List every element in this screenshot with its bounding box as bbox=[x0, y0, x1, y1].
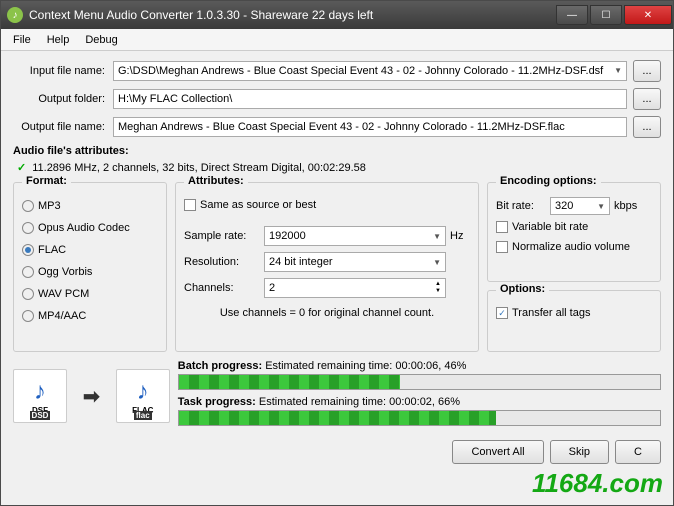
note-icon: ♪ bbox=[34, 378, 46, 406]
dest-format-icon: ♪ FLAC flac bbox=[116, 369, 170, 423]
radio-icon bbox=[22, 222, 34, 234]
radio-icon bbox=[22, 288, 34, 300]
menu-help[interactable]: Help bbox=[39, 32, 78, 48]
checkbox-icon bbox=[496, 241, 508, 253]
app-window: ♪ Context Menu Audio Converter 1.0.3.30 … bbox=[0, 0, 674, 506]
options-panel: Options: Transfer all tags bbox=[487, 290, 661, 352]
format-title: Format: bbox=[22, 175, 71, 187]
format-list: MP3 Opus Audio Codec FLAC Ogg Vorbis WAV… bbox=[22, 195, 158, 327]
menubar: File Help Debug bbox=[1, 29, 673, 51]
arrow-right-icon: ➡ bbox=[83, 384, 100, 409]
encoding-panel: Encoding options: Bit rate: 320▼ kbps Va… bbox=[487, 182, 661, 282]
titlebar: ♪ Context Menu Audio Converter 1.0.3.30 … bbox=[1, 1, 673, 29]
attributes-title: Attributes: bbox=[184, 175, 248, 187]
chevron-down-icon: ▼ bbox=[614, 62, 622, 80]
channels-note: Use channels = 0 for original channel co… bbox=[184, 307, 470, 319]
radio-icon bbox=[22, 310, 34, 322]
chevron-down-icon: ▼ bbox=[597, 202, 605, 211]
bitrate-row: Bit rate: 320▼ kbps bbox=[496, 195, 652, 217]
output-folder-browse-button[interactable]: ... bbox=[633, 88, 661, 110]
chevron-down-icon: ▼ bbox=[433, 232, 441, 241]
output-name-row: Output file name: Meghan Andrews - Blue … bbox=[13, 115, 661, 139]
channels-row: Channels: 2▲▼ bbox=[184, 275, 470, 301]
audio-attrs-text: ✓ 11.2896 MHz, 2 channels, 32 bits, Dire… bbox=[13, 161, 661, 174]
channels-spinner[interactable]: 2▲▼ bbox=[264, 278, 446, 298]
right-column: Encoding options: Bit rate: 320▼ kbps Va… bbox=[487, 182, 661, 352]
encoding-title: Encoding options: bbox=[496, 175, 601, 187]
radio-icon bbox=[22, 244, 34, 256]
transfer-tags-checkbox[interactable]: Transfer all tags bbox=[496, 303, 652, 323]
close-button[interactable]: ✕ bbox=[624, 5, 672, 25]
format-wav[interactable]: WAV PCM bbox=[22, 283, 158, 305]
input-file-field[interactable]: G:\DSD\Meghan Andrews - Blue Coast Speci… bbox=[113, 61, 627, 81]
batch-progress-fill bbox=[179, 375, 400, 389]
vbr-checkbox[interactable]: Variable bit rate bbox=[496, 217, 652, 237]
audio-attrs: Audio file's attributes: ✓ 11.2896 MHz, … bbox=[13, 145, 661, 174]
batch-progress-bar bbox=[178, 374, 661, 390]
spinner-icon: ▲▼ bbox=[435, 281, 441, 295]
input-file-row: Input file name: G:\DSD\Meghan Andrews -… bbox=[13, 59, 661, 83]
resolution-row: Resolution: 24 bit integer▼ bbox=[184, 249, 470, 275]
attributes-panel: Attributes: Same as source or best Sampl… bbox=[175, 182, 479, 352]
format-flac[interactable]: FLAC bbox=[22, 239, 158, 261]
middle-panels: Format: MP3 Opus Audio Codec FLAC Ogg Vo… bbox=[13, 182, 661, 352]
batch-progress-label: Batch progress: Estimated remaining time… bbox=[178, 360, 661, 372]
bottom-row: ♪ DSF DSD ➡ ♪ FLAC flac Batch progress: … bbox=[13, 360, 661, 432]
note-icon: ♪ bbox=[137, 378, 149, 406]
audio-attrs-title: Audio file's attributes: bbox=[13, 145, 661, 157]
resolution-select[interactable]: 24 bit integer▼ bbox=[264, 252, 446, 272]
progress-area: Batch progress: Estimated remaining time… bbox=[178, 360, 661, 432]
output-folder-label: Output folder: bbox=[13, 93, 113, 105]
input-browse-button[interactable]: ... bbox=[633, 60, 661, 82]
app-icon: ♪ bbox=[7, 7, 23, 23]
task-progress-bar bbox=[178, 410, 661, 426]
format-opus[interactable]: Opus Audio Codec bbox=[22, 217, 158, 239]
cancel-button[interactable]: C bbox=[615, 440, 661, 464]
checkbox-icon bbox=[496, 307, 508, 319]
input-file-label: Input file name: bbox=[13, 65, 113, 77]
sample-rate-select[interactable]: 192000▼ bbox=[264, 226, 446, 246]
checkbox-icon bbox=[496, 221, 508, 233]
task-progress-fill bbox=[179, 411, 497, 425]
output-name-browse-button[interactable]: ... bbox=[633, 116, 661, 138]
bitrate-select[interactable]: 320▼ bbox=[550, 197, 610, 215]
format-panel: Format: MP3 Opus Audio Codec FLAC Ogg Vo… bbox=[13, 182, 167, 352]
minimize-button[interactable]: — bbox=[556, 5, 588, 25]
output-name-label: Output file name: bbox=[13, 121, 113, 133]
format-ogg[interactable]: Ogg Vorbis bbox=[22, 261, 158, 283]
checkbox-icon bbox=[184, 199, 196, 211]
titlebar-text: Context Menu Audio Converter 1.0.3.30 - … bbox=[29, 8, 555, 22]
check-icon: ✓ bbox=[17, 161, 26, 174]
sample-rate-row: Sample rate: 192000▼ Hz bbox=[184, 223, 470, 249]
buttons-row: Convert All Skip C bbox=[13, 440, 661, 464]
skip-button[interactable]: Skip bbox=[550, 440, 609, 464]
menu-debug[interactable]: Debug bbox=[77, 32, 125, 48]
chevron-down-icon: ▼ bbox=[433, 258, 441, 267]
normalize-checkbox[interactable]: Normalize audio volume bbox=[496, 237, 652, 257]
options-title: Options: bbox=[496, 283, 549, 295]
same-as-source-checkbox[interactable]: Same as source or best bbox=[184, 195, 470, 215]
output-name-field[interactable]: Meghan Andrews - Blue Coast Special Even… bbox=[113, 117, 627, 137]
window-buttons: — ☐ ✕ bbox=[555, 5, 673, 25]
task-progress-label: Task progress: Estimated remaining time:… bbox=[178, 396, 661, 408]
format-mp3[interactable]: MP3 bbox=[22, 195, 158, 217]
radio-icon bbox=[22, 200, 34, 212]
maximize-button[interactable]: ☐ bbox=[590, 5, 622, 25]
menu-file[interactable]: File bbox=[5, 32, 39, 48]
output-folder-field[interactable]: H:\My FLAC Collection\ bbox=[113, 89, 627, 109]
source-format-icon: ♪ DSF DSD bbox=[13, 369, 67, 423]
radio-icon bbox=[22, 266, 34, 278]
content: Input file name: G:\DSD\Meghan Andrews -… bbox=[1, 51, 673, 505]
format-mp4[interactable]: MP4/AAC bbox=[22, 305, 158, 327]
output-folder-row: Output folder: H:\My FLAC Collection\ ..… bbox=[13, 87, 661, 111]
convert-all-button[interactable]: Convert All bbox=[452, 440, 543, 464]
